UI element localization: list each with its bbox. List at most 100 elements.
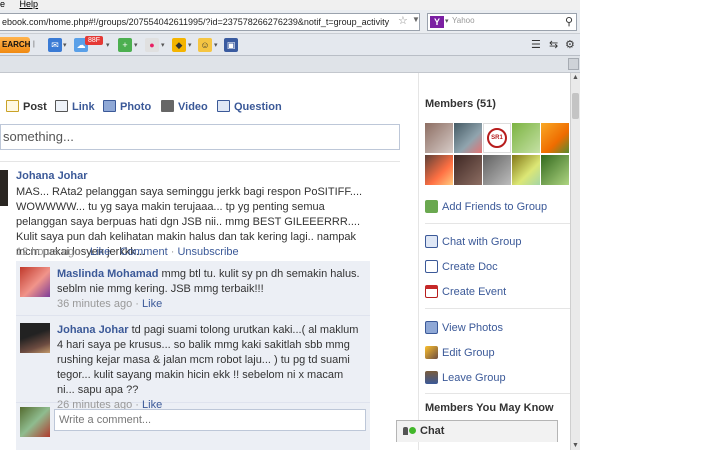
members-you-may-know-heading: Members You May Know	[425, 402, 554, 414]
comment-body: Maslinda Mohamad mmg btl tu. kulit sy pn…	[57, 267, 363, 312]
member-thumbnail[interactable]	[454, 123, 482, 153]
game-icon[interactable]: ◆	[172, 38, 186, 52]
like-link[interactable]: Like	[90, 246, 110, 258]
arrows-icon[interactable]: ⇆	[549, 38, 558, 51]
chevron-down-icon[interactable]: ▾	[214, 41, 218, 49]
address-bar[interactable]: ebook.com/home.php#!/groups/207554042611…	[0, 13, 420, 31]
strip-scroll-button[interactable]	[568, 58, 579, 70]
meta-separator: ·	[135, 298, 139, 310]
plus-icon[interactable]: +	[118, 38, 132, 52]
chat-with-group-link[interactable]: Chat with Group	[425, 235, 521, 248]
members-heading[interactable]: Members (51)	[425, 98, 496, 110]
meta-separator: ·	[170, 246, 175, 258]
view-photos-link[interactable]: View Photos	[425, 321, 503, 334]
comment-link[interactable]: Comment	[120, 246, 168, 258]
comment-author[interactable]: Johana Johar	[57, 324, 129, 336]
post-icon	[6, 100, 19, 112]
avatar[interactable]	[20, 323, 50, 353]
pencil-icon	[425, 346, 438, 359]
comment-author[interactable]: Maslinda Mohamad	[57, 268, 158, 280]
scroll-up-icon[interactable]: ▲	[572, 74, 579, 81]
chevron-down-icon[interactable]: ▾	[63, 41, 67, 49]
unsubscribe-link[interactable]: Unsubscribe	[177, 246, 238, 258]
tab-post[interactable]: Post	[6, 100, 47, 113]
like-link[interactable]: Like	[142, 298, 162, 310]
url-dropdown-icon[interactable]: ▼	[412, 15, 420, 24]
flickr-icon[interactable]: ●	[145, 38, 159, 52]
chat-label: Chat	[420, 425, 445, 437]
mail-icon[interactable]: ✉	[48, 38, 62, 52]
question-icon	[217, 100, 230, 112]
edit-group-link[interactable]: Edit Group	[425, 346, 495, 359]
member-thumbnail[interactable]	[454, 155, 482, 185]
search-input[interactable]: Yahoo	[452, 16, 475, 25]
list-icon[interactable]: ☰	[531, 38, 541, 51]
member-thumbnail[interactable]	[541, 123, 569, 153]
create-event-link[interactable]: Create Event	[425, 285, 506, 298]
composer-input[interactable]: something...	[0, 124, 400, 150]
add-friends-to-group-link[interactable]: Add Friends to Group	[425, 200, 547, 213]
address-bar-row: ebook.com/home.php#!/groups/207554042611…	[0, 10, 580, 34]
calendar-icon	[425, 285, 438, 298]
gear-icon[interactable]: ⚙	[565, 38, 575, 51]
yahoo-icon[interactable]: Y	[430, 16, 444, 28]
sidebar-divider	[425, 393, 571, 394]
seal-logo: SR1	[487, 128, 507, 148]
chevron-down-icon[interactable]: ▾	[106, 41, 110, 49]
chevron-down-icon[interactable]: ▾	[161, 41, 165, 49]
comment-input[interactable]: Write a comment...	[54, 409, 366, 431]
member-thumbnail[interactable]	[541, 155, 569, 185]
member-thumbnail[interactable]: SR1	[483, 123, 511, 153]
tab-video[interactable]: Video	[161, 100, 208, 113]
tab-strip	[0, 56, 580, 73]
member-thumbnail[interactable]	[425, 155, 453, 185]
chevron-down-icon[interactable]: ▾	[188, 41, 192, 49]
chevron-down-icon[interactable]: ▾	[134, 41, 138, 49]
link-icon	[55, 100, 68, 112]
search-box[interactable]: Y ▾ Yahoo ⚲	[427, 13, 577, 31]
comment-body: Johana Johar td pagi suami tolong urutka…	[57, 323, 363, 413]
search-icon[interactable]: ⚲	[565, 15, 573, 28]
browser-menubar: e Help	[0, 0, 580, 10]
meta-separator: ·	[113, 246, 117, 258]
menu-item-help[interactable]: Help	[20, 0, 39, 9]
post-meta: 12 hours ago · Like · Comment · Unsubscr…	[16, 246, 239, 258]
member-thumbnail[interactable]	[512, 155, 540, 185]
tab-photo[interactable]: Photo	[103, 100, 151, 113]
create-doc-link[interactable]: Create Doc	[425, 260, 498, 273]
menu-item-edit[interactable]: e	[0, 0, 5, 9]
chat-bar[interactable]: Chat	[396, 420, 558, 442]
sidebar-divider	[425, 308, 571, 309]
leave-group-link[interactable]: Leave Group	[425, 371, 506, 384]
post-timestamp[interactable]: 12 hours ago	[16, 246, 80, 258]
scrollbar-thumb[interactable]	[572, 93, 579, 119]
avatar	[20, 407, 50, 437]
post-author[interactable]: Johana Johar	[16, 170, 88, 182]
member-thumbnail[interactable]	[483, 155, 511, 185]
browser-toolbar: EARCH | ✉ ▾ ☁ 88F ▾ + ▾ ● ▾ ◆ ▾ ☺ ▾ ▣ ☰ …	[0, 34, 580, 56]
chat-icon	[425, 235, 438, 248]
chevron-down-icon[interactable]: ▾	[445, 17, 449, 25]
scroll-down-icon[interactable]: ▼	[572, 442, 579, 449]
toolbar-search-button[interactable]: EARCH	[0, 37, 30, 53]
comment-item: Johana Johar td pagi suami tolong urutka…	[16, 317, 370, 411]
comment-timestamp[interactable]: 36 minutes ago	[57, 298, 132, 310]
comment-composer: Write a comment...	[16, 403, 370, 441]
toolbar-separator: |	[33, 41, 35, 48]
app-icon[interactable]: ▣	[224, 38, 238, 52]
member-thumbnail[interactable]	[425, 123, 453, 153]
leave-icon	[425, 371, 438, 384]
avatar[interactable]	[0, 170, 8, 206]
page-scrollbar[interactable]: ▲ ▼	[570, 73, 580, 450]
member-thumbnail[interactable]	[512, 123, 540, 153]
video-icon	[161, 100, 174, 112]
comments-section: Maslinda Mohamad mmg btl tu. kulit sy pn…	[16, 261, 370, 450]
doc-icon	[425, 260, 438, 273]
avatar[interactable]	[20, 267, 50, 297]
right-sidebar: Members (51) SR1 Add Friends to Group Ch…	[418, 73, 571, 450]
bookmark-star-icon[interactable]: ☆	[398, 14, 408, 27]
tab-link[interactable]: Link	[55, 100, 95, 113]
photo-icon	[103, 100, 116, 112]
tab-question[interactable]: Question	[217, 100, 282, 113]
smiley-icon[interactable]: ☺	[198, 38, 212, 52]
